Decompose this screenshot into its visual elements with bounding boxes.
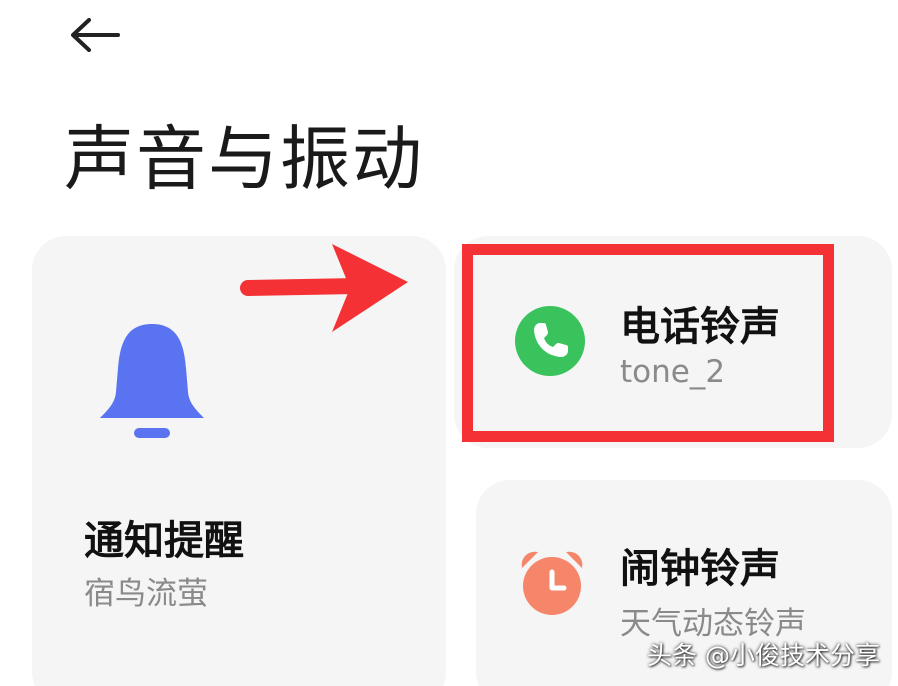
ringtone-card-subtitle: tone_2: [620, 354, 726, 390]
sound-vibration-page: 声音与振动 通知提醒 宿鸟流萤 电话铃声 tone_2 闹钟铃声 天气动态铃声 …: [0, 0, 898, 686]
notification-card-title: 通知提醒: [84, 518, 244, 564]
alarm-card-title: 闹钟铃声: [620, 546, 780, 592]
watermark-text: 头条 @小俊技术分享: [647, 641, 880, 670]
bell-icon: [100, 324, 204, 438]
red-arrow-right-icon: [240, 244, 408, 332]
back-button[interactable]: [62, 12, 128, 58]
ringtone-card-title: 电话铃声: [620, 304, 780, 350]
alarm-clock-icon: [521, 551, 583, 615]
page-title: 声音与振动: [64, 118, 424, 200]
phone-icon: [515, 306, 585, 376]
notification-card-subtitle: 宿鸟流萤: [84, 576, 208, 612]
arrow-left-icon: [71, 18, 120, 52]
